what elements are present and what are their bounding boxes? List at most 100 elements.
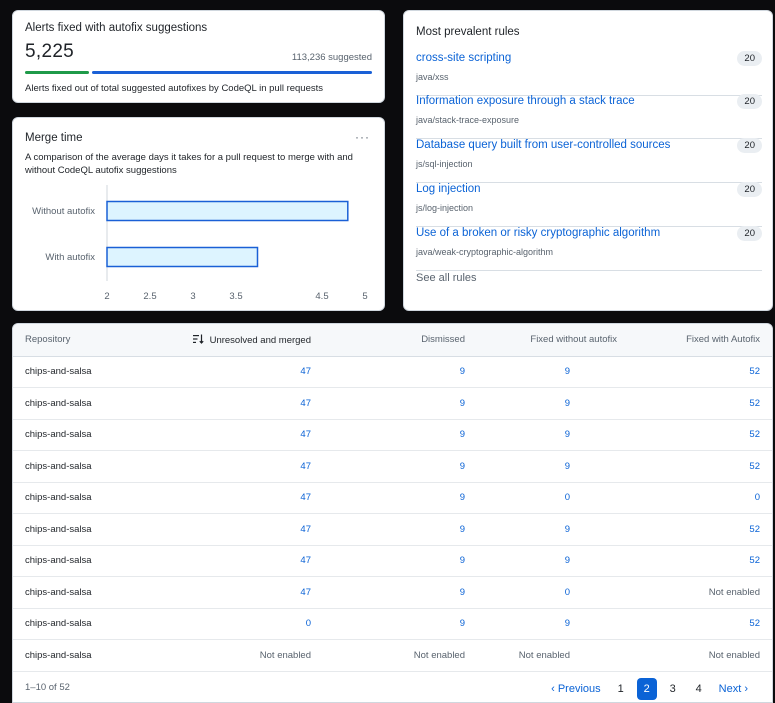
pagination-next-label: Next <box>718 683 742 695</box>
chart-x-tick-label: 3 <box>190 291 195 302</box>
chart-x-tick-label: 5 <box>362 291 367 302</box>
cell-unresolved[interactable]: 47 <box>153 513 373 546</box>
see-all-rules-link[interactable]: See all rules <box>416 272 477 284</box>
cell-unresolved[interactable]: 47 <box>153 387 373 420</box>
cell-unresolved[interactable]: 47 <box>153 545 373 577</box>
cell-fixed-with[interactable]: 52 <box>673 387 772 420</box>
cell-repository: chips-and-salsa <box>13 608 153 640</box>
cell-fixed-without[interactable]: 9 <box>513 450 673 483</box>
chart-bar[interactable] <box>106 246 259 268</box>
table-row: chips-and-salsa 47 9 9 52 <box>13 387 772 420</box>
cell-repository: chips-and-salsa <box>13 513 153 546</box>
cell-unresolved[interactable]: 47 <box>153 356 373 388</box>
page-3[interactable]: 3 <box>663 680 683 698</box>
cell-fixed-with[interactable]: 52 <box>673 608 772 640</box>
cell-fixed-with[interactable]: 52 <box>673 513 772 546</box>
cell-fixed-without[interactable]: 9 <box>513 356 673 388</box>
alerts-suggested-count: 113,236 suggested <box>291 52 372 63</box>
table-body: chips-and-salsa 47 9 9 52 chips-and-salsa 47 9 9… <box>13 356 772 672</box>
table-row: chips-and-salsa Not enabled Not enabled Not… <box>13 639 772 672</box>
chevron-left-icon: ‹ <box>551 683 555 695</box>
header-unresolved-label: Unresolved and merged <box>209 334 311 346</box>
table-header-row: Repository Unresolved and merged Dismiss… <box>13 324 772 357</box>
repository-table: Repository Unresolved and merged Dismiss… <box>12 323 773 703</box>
cell-unresolved[interactable]: 47 <box>153 419 373 451</box>
chart-x-tick-label: 2 <box>104 291 109 302</box>
sort-desc-icon <box>192 334 204 344</box>
table-row: chips-and-salsa 47 9 9 52 <box>13 545 772 577</box>
alerts-fixed-segment <box>25 71 90 74</box>
rule-item: Database query built from user-controlle… <box>416 138 762 183</box>
rule-count-badge: 20 <box>737 138 762 153</box>
pagination-previous-label: Previous <box>557 683 601 695</box>
cell-dismissed[interactable]: 9 <box>373 482 513 514</box>
merge-time-chart: Without autofix With autofix 2 2.5 3 3.5 4.5 5 <box>32 185 368 302</box>
table-row: chips-and-salsa 0 9 9 52 <box>13 608 772 640</box>
rule-link[interactable]: Use of a broken or risky cryptographic a… <box>416 227 660 239</box>
alerts-fixed-card: Alerts fixed with autofix suggestions 5,… <box>12 10 385 103</box>
rule-count-badge: 20 <box>737 182 762 197</box>
cell-repository: chips-and-salsa <box>13 356 153 388</box>
header-dismissed[interactable]: Dismissed <box>373 324 513 357</box>
alerts-card-description: Alerts fixed out of total suggested auto… <box>25 83 324 94</box>
cell-fixed-without[interactable]: 9 <box>513 419 673 451</box>
pagination-next[interactable]: Next › <box>715 680 752 698</box>
cell-fixed-without[interactable]: 0 <box>513 482 673 514</box>
chevron-right-icon: › <box>744 683 748 695</box>
cell-fixed-without[interactable]: 9 <box>513 608 673 640</box>
rules-card-title: Most prevalent rules <box>416 26 520 38</box>
cell-repository: chips-and-salsa <box>13 419 153 451</box>
cell-unresolved[interactable]: 47 <box>153 482 373 514</box>
header-repository[interactable]: Repository <box>13 324 153 357</box>
cell-fixed-with[interactable]: 52 <box>673 450 772 483</box>
cell-fixed-with[interactable]: 52 <box>673 356 772 388</box>
cell-dismissed[interactable]: 9 <box>373 608 513 640</box>
rule-link[interactable]: cross-site scripting <box>416 52 511 64</box>
header-unresolved[interactable]: Unresolved and merged <box>153 324 373 357</box>
cell-fixed-with: Not enabled <box>673 576 772 609</box>
chart-category-label: Without autofix <box>32 206 95 217</box>
table-row: chips-and-salsa 47 9 0 0 <box>13 482 772 514</box>
table-footer: 1–10 of 52 ‹ Previous 1 2 3 4 Next › <box>13 674 772 702</box>
cell-dismissed[interactable]: 9 <box>373 450 513 483</box>
alerts-suggested-segment <box>92 71 372 74</box>
rule-link[interactable]: Log injection <box>416 183 481 195</box>
header-fixed-with[interactable]: Fixed with Autofix <box>673 324 772 357</box>
cell-fixed-without[interactable]: 9 <box>513 387 673 420</box>
cell-dismissed[interactable]: 9 <box>373 419 513 451</box>
cell-unresolved[interactable]: 0 <box>153 608 373 640</box>
cell-unresolved[interactable]: 47 <box>153 450 373 483</box>
rule-id: js/log-injection <box>416 203 474 213</box>
cell-fixed-with[interactable]: 52 <box>673 545 772 577</box>
cell-dismissed[interactable]: 9 <box>373 545 513 577</box>
rule-id: java/weak-cryptographic-algorithm <box>416 247 554 257</box>
rule-count-badge: 20 <box>737 51 762 66</box>
alerts-fixed-count: 5,225 <box>25 41 75 62</box>
rule-link[interactable]: Information exposure through a stack tra… <box>416 95 635 107</box>
cell-fixed-without[interactable]: 9 <box>513 545 673 577</box>
page-4[interactable]: 4 <box>689 680 709 698</box>
page-1[interactable]: 1 <box>611 680 631 698</box>
cell-fixed-with[interactable]: 52 <box>673 419 772 451</box>
chart-bar[interactable] <box>106 200 349 222</box>
page-2-current[interactable]: 2 <box>636 678 657 700</box>
cell-dismissed[interactable]: 9 <box>373 356 513 388</box>
cell-fixed-without[interactable]: 9 <box>513 513 673 546</box>
cell-dismissed[interactable]: 9 <box>373 387 513 420</box>
header-fixed-without[interactable]: Fixed without autofix <box>513 324 673 357</box>
merge-time-card: Merge time ··· A comparison of the avera… <box>12 117 385 311</box>
rule-link[interactable]: Database query built from user-controlle… <box>416 139 670 151</box>
cell-unresolved[interactable]: 47 <box>153 576 373 609</box>
rule-count-badge: 20 <box>737 226 762 241</box>
pagination-previous[interactable]: ‹ Previous <box>547 680 605 698</box>
cell-repository: chips-and-salsa <box>13 450 153 483</box>
cell-fixed-without[interactable]: 0 <box>513 576 673 609</box>
cell-dismissed[interactable]: 9 <box>373 576 513 609</box>
rule-item: Use of a broken or risky cryptographic a… <box>416 226 762 271</box>
chart-category-label: With autofix <box>45 252 95 263</box>
cell-dismissed[interactable]: 9 <box>373 513 513 546</box>
rule-id: js/sql-injection <box>416 159 473 169</box>
cell-fixed-with[interactable]: 0 <box>673 482 772 514</box>
alerts-card-title: Alerts fixed with autofix suggestions <box>25 22 208 34</box>
prevalent-rules-card: Most prevalent rules cross-site scriptin… <box>403 10 773 311</box>
